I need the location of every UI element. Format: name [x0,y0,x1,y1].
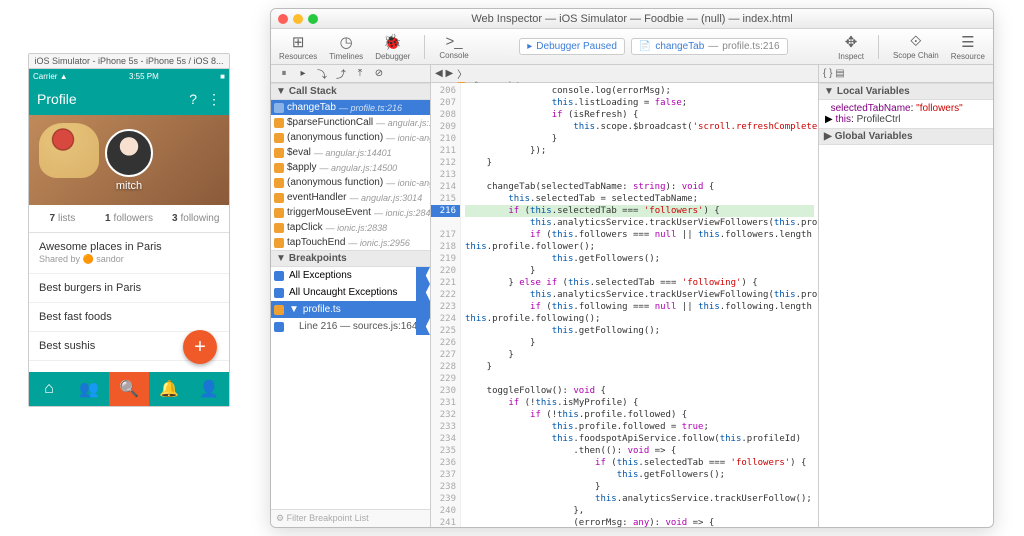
debug-controls: ⏸ ▸ ⤵ ⤴ ⤒ ⊘ [271,65,430,83]
breakpoints-header[interactable]: ▼ Breakpoints [271,250,430,267]
tab-following[interactable]: 3following [162,205,229,232]
tab-followers[interactable]: 1followers [96,205,163,232]
profile-hero: mitch [29,115,229,205]
battery-icon: ■ [220,72,225,81]
callstack-row[interactable]: $apply — angular.js:14500 [271,160,430,175]
window-titlebar: Web Inspector — iOS Simulator — Foodbie … [271,9,993,29]
left-sidebar: ⏸ ▸ ⤵ ⤴ ⤒ ⊘ ▼ Call Stack changeTab — profile.… [271,65,431,527]
toolbar: ⊞Resources◷Timelines🐞Debugger >_Console … [271,29,993,65]
debug-button[interactable]: ⊘ [372,68,386,79]
debug-button[interactable]: ⤵ [315,66,329,81]
debug-button[interactable]: ▸ [296,68,310,79]
tool-resource[interactable]: ☰Resource [951,33,985,61]
callstack-row[interactable]: eventHandler — angular.js:3014 [271,190,430,205]
list-item[interactable]: Awesome places in ParisShared by 🟠 sando… [29,233,229,274]
var-row[interactable]: selectedTabName: "followers" [825,103,987,114]
callstack-row[interactable]: changeTab — profile.ts:216 [271,100,430,115]
scope-controls[interactable]: { } ▤ [819,65,993,83]
debug-button[interactable]: ⤒ [353,68,367,79]
window-title: Web Inspector — iOS Simulator — Foodbie … [471,13,792,25]
tool-scope chain[interactable]: ⟐Scope Chain [893,33,939,61]
profile-tabs: 7lists 1followers 3following [29,205,229,233]
tabbar-item[interactable]: ⌂ [29,372,69,406]
bp-line[interactable]: Line 216 — sources.js:1647 [271,318,430,335]
var-row[interactable]: ▶ this: ProfileCtrl [825,114,987,125]
tab-lists[interactable]: 7lists [29,205,96,232]
web-inspector-window: Web Inspector — iOS Simulator — Foodbie … [270,8,994,528]
global-vars-header[interactable]: ▶ Global Variables [819,128,993,145]
callstack-row[interactable]: (anonymous function) — ionic-angular.js:… [271,130,430,145]
tool-resources[interactable]: ⊞Resources [279,33,317,61]
console-tool[interactable]: >_Console [439,33,468,60]
code-panel: ◀ ▶ index.html 〉 Scripts 〉 sources.js 〉 … [431,65,818,527]
username: mitch [116,180,142,192]
call-stack-header[interactable]: ▼ Call Stack [271,83,430,100]
tabbar-item[interactable]: 🔍 [109,372,149,406]
inspect-tool[interactable]: ✥Inspect [838,33,864,61]
tabbar-item[interactable]: 👥 [69,372,109,406]
debugger-paused-pill: ▸ Debugger Paused [519,38,625,55]
carrier-label: Carrier ▲ [33,72,68,81]
callstack-row[interactable]: tapTouchEnd — ionic.js:2956 [271,235,430,250]
app-header: Profile ? ⋮ [29,83,229,115]
location-pill[interactable]: 📄 changeTab — profile.ts:216 [631,38,788,55]
breadcrumbs[interactable]: ◀ ▶ index.html 〉 Scripts 〉 sources.js 〉 … [431,65,818,83]
tabbar-item[interactable]: 👤 [189,372,229,406]
debug-button[interactable]: ⤴ [334,66,348,81]
simulator-titlebar: iOS Simulator - iPhone 5s - iPhone 5s / … [29,54,229,69]
ios-simulator: iOS Simulator - iPhone 5s - iPhone 5s / … [28,53,230,407]
callstack-row[interactable]: $parseFunctionCall — angular.js:12345 [271,115,430,130]
list-item[interactable]: Best burgers in Paris [29,274,229,303]
bp-all-uncaught[interactable]: All Uncaught Exceptions [271,284,430,301]
page-title: Profile [37,91,77,107]
status-bar: Carrier ▲ 3:55 PM ■ [29,69,229,83]
filter-breakpoints[interactable]: ⚙ Filter Breakpoint List [271,509,430,527]
callstack-row[interactable]: (anonymous function) — ionic-angular.js:… [271,175,430,190]
bp-file[interactable]: ▼ profile.ts [271,301,430,318]
callstack-row[interactable]: tapClick — ionic.js:2838 [271,220,430,235]
menu-icon[interactable]: ⋮ [207,91,221,108]
add-button[interactable]: + [183,330,217,364]
bp-all-exceptions[interactable]: All Exceptions [271,267,430,284]
wifi-icon: ▲ [60,72,68,81]
tool-timelines[interactable]: ◷Timelines [329,33,363,61]
callstack-row[interactable]: triggerMouseEvent — ionic.js:2849 [271,205,430,220]
clock: 3:55 PM [129,72,159,81]
tool-debugger[interactable]: 🐞Debugger [375,33,410,61]
source-code[interactable]: 206 207 208 209 210 211 212 213 214 215 … [431,83,818,527]
callstack-row[interactable]: $eval — angular.js:14401 [271,145,430,160]
list-item[interactable]: Best fast foods [29,303,229,332]
right-sidebar: { } ▤ ▼ Local Variables selectedTabName:… [818,65,993,527]
tab-bar: ⌂👥🔍🔔👤 [29,372,229,406]
avatar[interactable] [105,129,153,177]
help-icon[interactable]: ? [189,91,197,108]
local-vars-header[interactable]: ▼ Local Variables [819,83,993,100]
tabbar-item[interactable]: 🔔 [149,372,189,406]
traffic-lights[interactable] [278,14,318,24]
debug-button[interactable]: ⏸ [277,68,291,79]
